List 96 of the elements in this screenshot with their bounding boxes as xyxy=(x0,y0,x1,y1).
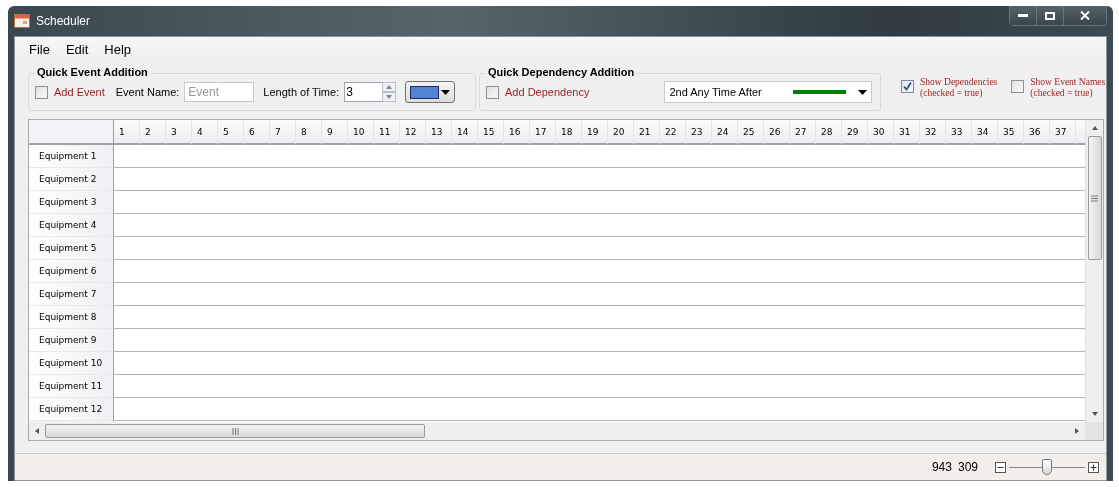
field-label: Length of Time: xyxy=(263,86,340,98)
menu-item[interactable]: Edit xyxy=(57,41,97,57)
row-header: Equipment 2 xyxy=(29,168,114,191)
column-header: 12 xyxy=(400,120,426,145)
checkbox-label: Show Dependencies (checked = true) xyxy=(920,77,998,99)
column-header: 3 xyxy=(166,120,192,145)
caret-icon xyxy=(858,89,868,95)
maximize-button[interactable] xyxy=(1037,6,1064,25)
column-header: 7 xyxy=(270,120,296,145)
checkbox-label: Show Event Names (checked = true) xyxy=(1030,77,1106,99)
row-header: Equipment 6 xyxy=(29,260,114,283)
column-header xyxy=(1076,120,1085,145)
row-header: Equipment 1 xyxy=(29,145,114,168)
length-field[interactable]: 3 xyxy=(344,82,383,102)
row-header: Equipment 5 xyxy=(29,237,114,260)
column-header: 26 xyxy=(764,120,790,145)
column-header: 10 xyxy=(348,120,374,145)
vertical-scrollbar[interactable] xyxy=(1085,120,1103,422)
column-header: 36 xyxy=(1024,120,1050,145)
scrollbar-thumb[interactable] xyxy=(45,424,425,438)
color-picker[interactable] xyxy=(405,81,456,103)
column-header: 29 xyxy=(842,120,868,145)
calendar-icon xyxy=(14,14,30,28)
column-header: 35 xyxy=(998,120,1024,145)
column-header: 22 xyxy=(660,120,686,145)
column-header: 15 xyxy=(478,120,504,145)
dependency-dropdown[interactable]: 2nd Any Time After xyxy=(664,81,873,103)
column-header: 20 xyxy=(608,120,634,145)
row-header: Equipment 3 xyxy=(29,191,114,214)
column-header: 5 xyxy=(218,120,244,145)
event-name-field[interactable]: Event xyxy=(184,82,255,102)
column-header: 8 xyxy=(296,120,322,145)
column-header: 16 xyxy=(504,120,530,145)
row-header: Equipment 12 xyxy=(29,398,114,421)
checkbox[interactable] xyxy=(901,80,914,93)
checkbox[interactable] xyxy=(1011,80,1025,93)
group-title: Quick Dependency Addition xyxy=(486,66,637,78)
column-header: 25 xyxy=(738,120,764,145)
column-header: 11 xyxy=(374,120,400,145)
scroll-right-arrow-icon xyxy=(1075,428,1079,434)
column-header: 13 xyxy=(426,120,452,145)
row-header: Equipment 7 xyxy=(29,283,114,306)
column-header: 18 xyxy=(556,120,582,145)
close-button[interactable] xyxy=(1064,6,1106,25)
column-header: 14 xyxy=(452,120,478,145)
row-header: Equipment 4 xyxy=(29,214,114,237)
column-header: 19 xyxy=(582,120,608,145)
scrollbar-thumb[interactable] xyxy=(1087,136,1102,260)
scroll-left-arrow-icon xyxy=(35,428,39,434)
row-header: Equipment 9 xyxy=(29,329,114,352)
field-label: Event Name: xyxy=(115,86,180,98)
column-header: 1 xyxy=(114,120,140,145)
column-header: 28 xyxy=(816,120,842,145)
zoom-in-button[interactable] xyxy=(1087,460,1100,474)
checkbox[interactable] xyxy=(35,85,48,99)
row-header: Equipment 8 xyxy=(29,306,114,329)
checkbox-label: Add Dependency xyxy=(505,86,590,98)
caret-icon xyxy=(441,89,451,95)
column-header: 24 xyxy=(712,120,738,145)
column-header: 33 xyxy=(946,120,972,145)
checkbox[interactable] xyxy=(486,85,499,99)
close-icon xyxy=(1080,11,1090,20)
column-header: 27 xyxy=(790,120,816,145)
checkbox-label: Add Event xyxy=(54,86,105,98)
grip-icon xyxy=(231,427,239,435)
column-header: 2 xyxy=(140,120,166,145)
column-header: 9 xyxy=(322,120,348,145)
minimize-button[interactable] xyxy=(1010,6,1037,25)
status-text: 943 xyxy=(931,460,952,474)
column-header: 23 xyxy=(686,120,712,145)
scroll-down-arrow-icon xyxy=(1091,412,1098,416)
row-header: Equipment 11 xyxy=(29,375,114,398)
minimize-icon xyxy=(1018,14,1028,17)
grip-icon xyxy=(1091,194,1098,202)
column-header: 21 xyxy=(634,120,660,145)
column-header: 6 xyxy=(244,120,270,145)
zoom-slider[interactable] xyxy=(1009,459,1085,475)
window-title: Scheduler xyxy=(36,14,91,28)
column-header: 17 xyxy=(530,120,556,145)
row-header: Equipment 10 xyxy=(29,352,114,375)
column-header: 4 xyxy=(192,120,218,145)
status-text: 309 xyxy=(957,460,978,474)
scroll-up-arrow-icon xyxy=(1091,126,1098,130)
scrollbar-corner xyxy=(1085,422,1103,440)
column-header: 31 xyxy=(894,120,920,145)
column-header: 30 xyxy=(868,120,894,145)
menu-item[interactable]: File xyxy=(21,41,58,57)
maximize-icon xyxy=(1045,11,1055,20)
column-header: 37 xyxy=(1050,120,1076,145)
zoom-out-button[interactable] xyxy=(994,460,1007,474)
spinner-arrows-icon xyxy=(382,82,397,102)
menu-item[interactable]: Help xyxy=(96,41,140,57)
horizontal-scrollbar[interactable] xyxy=(29,422,1085,440)
column-header: 32 xyxy=(920,120,946,145)
column-header: 34 xyxy=(972,120,998,145)
group-title: Quick Event Addition xyxy=(35,66,150,78)
